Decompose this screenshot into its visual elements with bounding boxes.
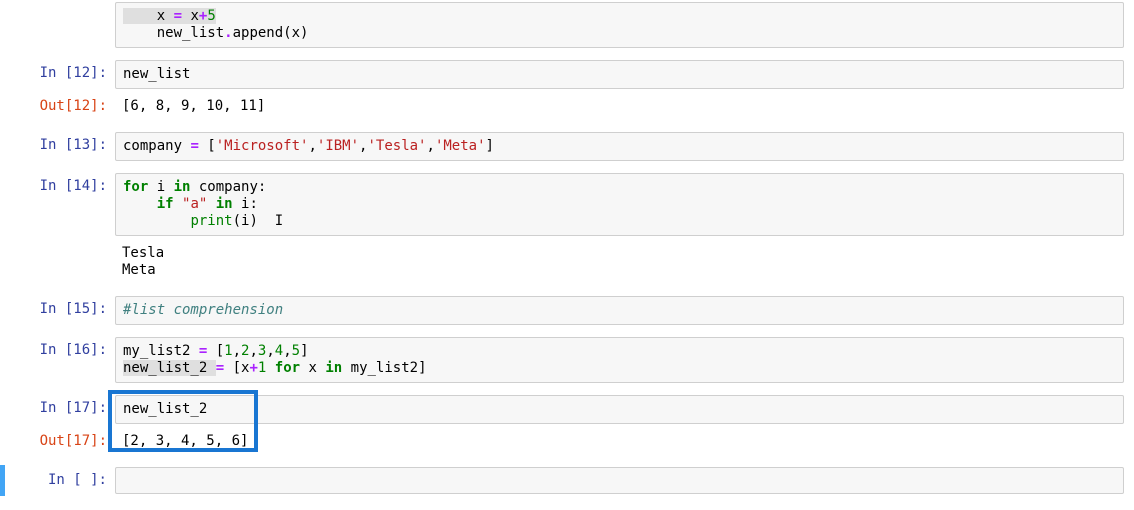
input-prompt-14: In [14]: bbox=[5, 173, 115, 195]
input-prompt-12: In [12]: bbox=[5, 60, 115, 82]
output-prompt-14-blank bbox=[5, 240, 115, 245]
input-prompt-17: In [17]: bbox=[5, 395, 115, 417]
code-input-partial[interactable]: x = x+5 new_list.append(x) bbox=[115, 2, 1124, 48]
code-cell-14-output: Tesla Meta bbox=[0, 238, 1134, 286]
code-input-empty[interactable] bbox=[115, 467, 1124, 494]
code-input-12[interactable]: new_list bbox=[115, 60, 1124, 89]
input-prompt-empty: In [ ]: bbox=[5, 467, 115, 489]
notebook-container: x = x+5 new_list.append(x) In [12]: new_… bbox=[0, 0, 1134, 496]
input-prompt-partial bbox=[5, 2, 115, 7]
code-input-16[interactable]: my_list2 = [1,2,3,4,5] new_list_2 = [x+1… bbox=[115, 337, 1124, 383]
code-input-13[interactable]: company = ['Microsoft','IBM','Tesla','Me… bbox=[115, 132, 1124, 161]
code-output-12: [6, 8, 9, 10, 11] bbox=[115, 93, 1124, 120]
code-cell-17-input[interactable]: In [17]: new_list_2 bbox=[0, 393, 1134, 426]
code-cell-14-input[interactable]: In [14]: for i in company: if "a" in i: … bbox=[0, 171, 1134, 238]
code-cell-16-input[interactable]: In [16]: my_list2 = [1,2,3,4,5] new_list… bbox=[0, 335, 1134, 385]
output-prompt-17: Out[17]: bbox=[5, 428, 115, 450]
code-input-17[interactable]: new_list_2 bbox=[115, 395, 1124, 424]
code-input-14[interactable]: for i in company: if "a" in i: print(i) … bbox=[115, 173, 1124, 236]
code-input-15[interactable]: #list comprehension bbox=[115, 296, 1124, 325]
code-cell-17-output: Out[17]: [2, 3, 4, 5, 6] bbox=[0, 426, 1134, 457]
output-prompt-12: Out[12]: bbox=[5, 93, 115, 115]
input-prompt-13: In [13]: bbox=[5, 132, 115, 154]
code-output-14: Tesla Meta bbox=[115, 240, 1124, 284]
code-cell-12-output: Out[12]: [6, 8, 9, 10, 11] bbox=[0, 91, 1134, 122]
code-cell-partial[interactable]: x = x+5 new_list.append(x) bbox=[0, 0, 1134, 50]
code-cell-empty-selected[interactable]: In [ ]: bbox=[0, 465, 1134, 496]
code-cell-12-input[interactable]: In [12]: new_list bbox=[0, 58, 1134, 91]
code-output-17: [2, 3, 4, 5, 6] bbox=[115, 428, 1124, 455]
code-cell-13-input[interactable]: In [13]: company = ['Microsoft','IBM','T… bbox=[0, 130, 1134, 163]
code-cell-15-input[interactable]: In [15]: #list comprehension bbox=[0, 294, 1134, 327]
text-cursor-icon: I bbox=[275, 213, 276, 227]
input-prompt-15: In [15]: bbox=[5, 296, 115, 318]
input-prompt-16: In [16]: bbox=[5, 337, 115, 359]
